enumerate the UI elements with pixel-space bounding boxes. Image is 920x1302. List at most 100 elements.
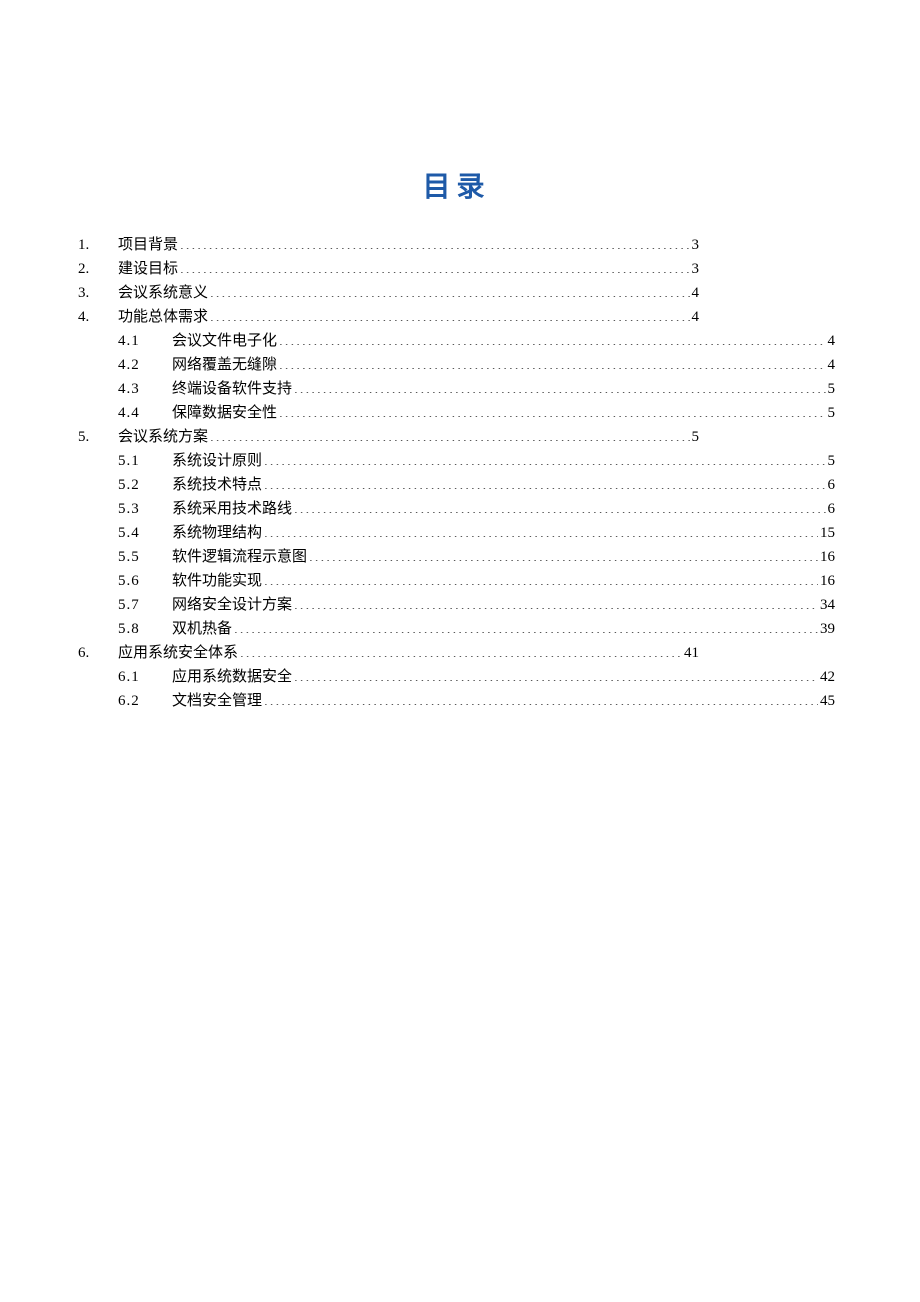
toc-entry-label: 应用系统数据安全 bbox=[172, 665, 292, 689]
toc-entry-label: 会议文件电子化 bbox=[172, 329, 277, 353]
toc-leader-dots bbox=[264, 474, 825, 489]
toc-entry-label: 网络覆盖无缝隙 bbox=[172, 353, 277, 377]
toc-leader-dots bbox=[264, 690, 818, 705]
toc-entry-number: 4.2 bbox=[118, 353, 172, 377]
toc-entry: 4.1会议文件电子化 4 bbox=[78, 329, 835, 353]
toc-entry-label: 会议系统方案 bbox=[118, 425, 208, 449]
toc-entry-number: 5.5 bbox=[118, 545, 172, 569]
toc-entry: 6.1应用系统数据安全 42 bbox=[78, 665, 835, 689]
toc-leader-dots bbox=[234, 618, 818, 633]
toc-entry: 2.建设目标 3 bbox=[78, 257, 835, 281]
toc-title: 目录 bbox=[78, 165, 835, 205]
toc-entry-page: 4 bbox=[692, 305, 700, 329]
toc-entry-page: 16 bbox=[820, 569, 835, 593]
toc-entry-label: 建设目标 bbox=[118, 257, 178, 281]
toc-entry-page: 4 bbox=[692, 281, 700, 305]
toc-entry: 4.功能总体需求 4 bbox=[78, 305, 835, 329]
toc-entry-number: 5. bbox=[78, 425, 118, 449]
toc-entry-page: 15 bbox=[820, 521, 835, 545]
toc-entry-label: 系统设计原则 bbox=[172, 449, 262, 473]
toc-entry: 5.8双机热备 39 bbox=[78, 617, 835, 641]
toc-entry-number: 6.2 bbox=[118, 689, 172, 713]
toc-entry-page: 39 bbox=[820, 617, 835, 641]
toc-entry: 5.3系统采用技术路线 6 bbox=[78, 497, 835, 521]
toc-entry: 6.2文档安全管理 45 bbox=[78, 689, 835, 713]
toc-entry-label: 项目背景 bbox=[118, 233, 178, 257]
toc-entry-page: 5 bbox=[828, 449, 836, 473]
toc-leader-dots bbox=[294, 666, 818, 681]
toc-entry-number: 1. bbox=[78, 233, 118, 257]
toc-entry-label: 功能总体需求 bbox=[118, 305, 208, 329]
toc-entry-number: 6.1 bbox=[118, 665, 172, 689]
toc-entry-page: 5 bbox=[828, 377, 836, 401]
toc-entry-number: 5.2 bbox=[118, 473, 172, 497]
toc-leader-dots bbox=[309, 546, 818, 561]
toc-entry: 5.7网络安全设计方案 34 bbox=[78, 593, 835, 617]
toc-entry-label: 系统物理结构 bbox=[172, 521, 262, 545]
toc-leader-dots bbox=[240, 642, 682, 657]
toc-entry-number: 5.6 bbox=[118, 569, 172, 593]
toc-leader-dots bbox=[210, 282, 689, 297]
toc-entry-page: 4 bbox=[828, 353, 836, 377]
toc-entry: 4.4保障数据安全性 5 bbox=[78, 401, 835, 425]
toc-entry-number: 4.4 bbox=[118, 401, 172, 425]
toc-entry-page: 4 bbox=[828, 329, 836, 353]
toc-leader-dots bbox=[264, 450, 825, 465]
toc-entry: 5.5软件逻辑流程示意图 16 bbox=[78, 545, 835, 569]
toc-leader-dots bbox=[294, 378, 825, 393]
toc-entry-number: 4.1 bbox=[118, 329, 172, 353]
toc-entry-page: 6 bbox=[828, 497, 836, 521]
toc-entry-page: 5 bbox=[828, 401, 836, 425]
toc-leader-dots bbox=[180, 234, 689, 249]
toc-entry: 5.会议系统方案 5 bbox=[78, 425, 835, 449]
toc-entry-label: 软件功能实现 bbox=[172, 569, 262, 593]
toc-entry-page: 41 bbox=[684, 641, 699, 665]
toc-entry-label: 系统技术特点 bbox=[172, 473, 262, 497]
toc-entry-label: 终端设备软件支持 bbox=[172, 377, 292, 401]
toc-entry: 3.会议系统意义 4 bbox=[78, 281, 835, 305]
toc-entry: 1.项目背景 3 bbox=[78, 233, 835, 257]
toc-leader-dots bbox=[180, 258, 689, 273]
toc-entry-label: 软件逻辑流程示意图 bbox=[172, 545, 307, 569]
toc-entry-page: 16 bbox=[820, 545, 835, 569]
toc-entry-label: 双机热备 bbox=[172, 617, 232, 641]
toc-leader-dots bbox=[264, 522, 818, 537]
toc-leader-dots bbox=[210, 306, 689, 321]
toc-entry-number: 4. bbox=[78, 305, 118, 329]
toc-entry-label: 文档安全管理 bbox=[172, 689, 262, 713]
toc-container: 1.项目背景32.建设目标33.会议系统意义44.功能总体需求44.1会议文件电… bbox=[78, 233, 835, 713]
toc-entry-page: 3 bbox=[692, 233, 700, 257]
toc-entry-page: 34 bbox=[820, 593, 835, 617]
toc-entry: 4.3终端设备软件支持5 bbox=[78, 377, 835, 401]
toc-entry-label: 系统采用技术路线 bbox=[172, 497, 292, 521]
toc-entry-number: 5.8 bbox=[118, 617, 172, 641]
toc-leader-dots bbox=[294, 594, 818, 609]
toc-entry-number: 6. bbox=[78, 641, 118, 665]
toc-leader-dots bbox=[279, 354, 825, 369]
toc-entry-number: 5.4 bbox=[118, 521, 172, 545]
toc-leader-dots bbox=[264, 570, 818, 585]
toc-leader-dots bbox=[210, 426, 689, 441]
toc-entry-page: 42 bbox=[820, 665, 835, 689]
toc-entry-number: 3. bbox=[78, 281, 118, 305]
toc-entry: 6.应用系统安全体系 41 bbox=[78, 641, 835, 665]
document-page: 目录 1.项目背景32.建设目标33.会议系统意义44.功能总体需求44.1会议… bbox=[0, 0, 920, 713]
toc-entry-label: 网络安全设计方案 bbox=[172, 593, 292, 617]
toc-entry: 5.2系统技术特点 6 bbox=[78, 473, 835, 497]
toc-entry-label: 会议系统意义 bbox=[118, 281, 208, 305]
toc-entry-number: 5.1 bbox=[118, 449, 172, 473]
toc-entry-page: 5 bbox=[692, 425, 700, 449]
toc-entry-number: 5.3 bbox=[118, 497, 172, 521]
toc-entry-label: 应用系统安全体系 bbox=[118, 641, 238, 665]
toc-entry-page: 6 bbox=[828, 473, 836, 497]
toc-entry-page: 45 bbox=[820, 689, 835, 713]
toc-entry: 5.1系统设计原则 5 bbox=[78, 449, 835, 473]
toc-entry-label: 保障数据安全性 bbox=[172, 401, 277, 425]
toc-leader-dots bbox=[279, 330, 825, 345]
toc-entry: 5.4系统物理结构 15 bbox=[78, 521, 835, 545]
toc-entry-number: 2. bbox=[78, 257, 118, 281]
toc-entry-page: 3 bbox=[692, 257, 700, 281]
toc-entry: 4.2网络覆盖无缝隙 4 bbox=[78, 353, 835, 377]
toc-entry-number: 5.7 bbox=[118, 593, 172, 617]
toc-leader-dots bbox=[279, 402, 825, 417]
